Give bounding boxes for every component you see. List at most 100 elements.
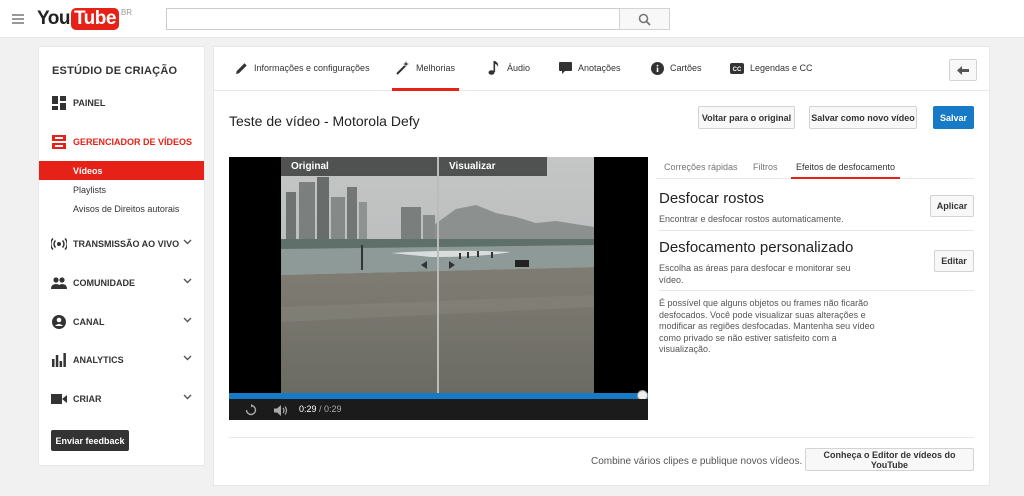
sidebar-subitem-playlists[interactable]: Playlists [39, 180, 204, 199]
search-box [166, 8, 619, 30]
back-button[interactable] [949, 59, 977, 81]
tab-blur-effects[interactable]: Efeitos de desfocamento [790, 162, 901, 179]
send-feedback-button[interactable]: Enviar feedback [51, 430, 129, 451]
video-title: Teste de vídeo - Motorola Defy [229, 113, 420, 129]
tab-quick-fixes[interactable]: Correções rápidas [664, 162, 738, 179]
create-icon [51, 391, 67, 407]
replay-icon [245, 404, 257, 416]
editor-tabs: Informações e configurações Melhorias Áu… [214, 47, 989, 91]
original-label: Original [281, 157, 437, 176]
chevron-down-icon [183, 278, 192, 284]
video-manager-icon [51, 134, 67, 150]
footer-divider [229, 437, 974, 438]
tab-cards[interactable]: Cartões [650, 61, 702, 91]
time-display: 0:29 / 0:29 [299, 404, 342, 414]
studio-sidebar: ESTÚDIO DE CRIAÇÃO PAINEL GERENCIADOR DE… [38, 46, 205, 466]
sidebar-item-label: TRANSMISSÃO AO VIVO [73, 239, 180, 249]
tab-audio[interactable]: Áudio [487, 61, 530, 91]
face-blur-section: Desfocar rostos Encontrar e desfocar ros… [659, 190, 974, 230]
sidebar-item-label: CRIAR [73, 394, 102, 404]
volume-button[interactable] [273, 402, 289, 418]
chevron-down-icon [183, 317, 192, 323]
effects-tabs: Correções rápidas Filtros Efeitos de des… [656, 157, 974, 179]
sidebar-item-label: ANALYTICS [73, 355, 124, 365]
sidebar-item-create[interactable]: CRIAR [39, 388, 204, 410]
sidebar-subitem-copyright[interactable]: Avisos de Direitos autorais [39, 199, 204, 218]
section-divider [659, 230, 974, 231]
sidebar-item-painel[interactable]: PAINEL [39, 92, 204, 114]
tab-label: Melhorias [416, 63, 456, 73]
tab-label: Anotações [578, 63, 621, 73]
music-note-icon [487, 61, 501, 75]
analytics-icon [51, 352, 67, 368]
community-icon [51, 275, 67, 291]
back-arrow-icon [957, 65, 969, 75]
preview-label: Visualizar [439, 157, 547, 176]
save-button[interactable]: Salvar [933, 106, 974, 129]
tab-subtitles[interactable]: CC Legendas e CC [730, 61, 813, 91]
youtube-logo[interactable]: You Tube BR [37, 8, 132, 30]
sidebar-heading: ESTÚDIO DE CRIAÇÃO [52, 65, 178, 77]
section-divider [659, 290, 974, 291]
current-time: 0:29 [299, 404, 317, 414]
menu-icon[interactable] [12, 14, 24, 24]
svg-text:CC: CC [733, 67, 742, 73]
logo-region: BR [120, 7, 133, 17]
sidebar-subitem-label: Playlists [73, 184, 107, 195]
player-controls: 0:29 / 0:29 [229, 399, 648, 420]
sidebar-subitem-label: Avisos de Direitos autorais [73, 203, 180, 214]
video-player[interactable]: Original Visualizar 0:29 / 0:29 [229, 157, 648, 420]
channel-icon [51, 314, 67, 330]
search-button[interactable] [619, 8, 670, 30]
chevron-down-icon [183, 239, 192, 245]
pencil-icon [234, 61, 248, 75]
sidebar-subitem-videos[interactable]: Vídeos [39, 161, 204, 180]
video-frame: Original Visualizar [281, 157, 594, 393]
face-blur-title: Desfocar rostos [659, 190, 765, 207]
custom-blur-description: Escolha as áreas para desfocar e monitor… [659, 263, 851, 285]
video-editor-button[interactable]: Conheça o Editor de vídeos do YouTube [805, 448, 974, 471]
replay-button[interactable] [243, 402, 259, 418]
masthead: You Tube BR [0, 0, 1024, 38]
main-panel: Informações e configurações Melhorias Áu… [213, 46, 990, 486]
apply-face-blur-button[interactable]: Aplicar [930, 195, 974, 217]
tab-label: Legendas e CC [750, 63, 813, 73]
live-icon [51, 236, 67, 252]
custom-blur-section: Desfocamento personalizado Escolha as ár… [659, 239, 974, 289]
speech-bubble-icon [558, 61, 572, 75]
tab-label: Cartões [670, 63, 702, 73]
volume-icon [274, 404, 288, 416]
sidebar-item-live[interactable]: TRANSMISSÃO AO VIVO [39, 233, 204, 255]
info-circle-icon [650, 61, 664, 75]
tab-info-settings[interactable]: Informações e configurações [234, 61, 370, 91]
sidebar-item-label: COMUNIDADE [73, 278, 135, 288]
sidebar-subitem-label: Vídeos [73, 165, 103, 176]
split-handle[interactable] [437, 157, 439, 393]
sidebar-item-label: PAINEL [73, 98, 106, 108]
tab-annotations[interactable]: Anotações [558, 61, 621, 91]
sidebar-item-analytics[interactable]: ANALYTICS [39, 349, 204, 371]
chevron-down-icon [183, 355, 192, 361]
tab-filters[interactable]: Filtros [753, 162, 778, 179]
sidebar-item-community[interactable]: COMUNIDADE [39, 272, 204, 294]
logo-you-text: You [37, 8, 70, 29]
combine-clips-text: Combine vários clipes e publique novos v… [591, 456, 803, 467]
cc-icon: CC [730, 61, 744, 75]
blur-disclaimer: É possível que alguns objetos ou frames … [659, 298, 875, 354]
sidebar-item-label: GERENCIADOR DE VÍDEOS [73, 137, 193, 147]
sidebar-item-label: CANAL [73, 317, 105, 327]
magic-wand-icon [396, 61, 410, 75]
logo-tube-text: Tube [70, 8, 119, 30]
duration: / 0:29 [319, 404, 342, 414]
chevron-down-icon [183, 394, 192, 400]
sidebar-item-gerenciador[interactable]: GERENCIADOR DE VÍDEOS [39, 131, 204, 153]
revert-button[interactable]: Voltar para o original [698, 106, 795, 129]
edit-custom-blur-button[interactable]: Editar [934, 250, 974, 272]
sidebar-item-channel[interactable]: CANAL [39, 311, 204, 333]
save-as-new-button[interactable]: Salvar como novo vídeo [809, 106, 917, 129]
face-blur-description: Encontrar e desfocar rostos automaticame… [659, 214, 844, 224]
search-icon [638, 13, 651, 26]
tab-label: Áudio [507, 63, 531, 73]
tab-enhancements[interactable]: Melhorias [391, 61, 460, 91]
search-input[interactable] [167, 9, 619, 29]
